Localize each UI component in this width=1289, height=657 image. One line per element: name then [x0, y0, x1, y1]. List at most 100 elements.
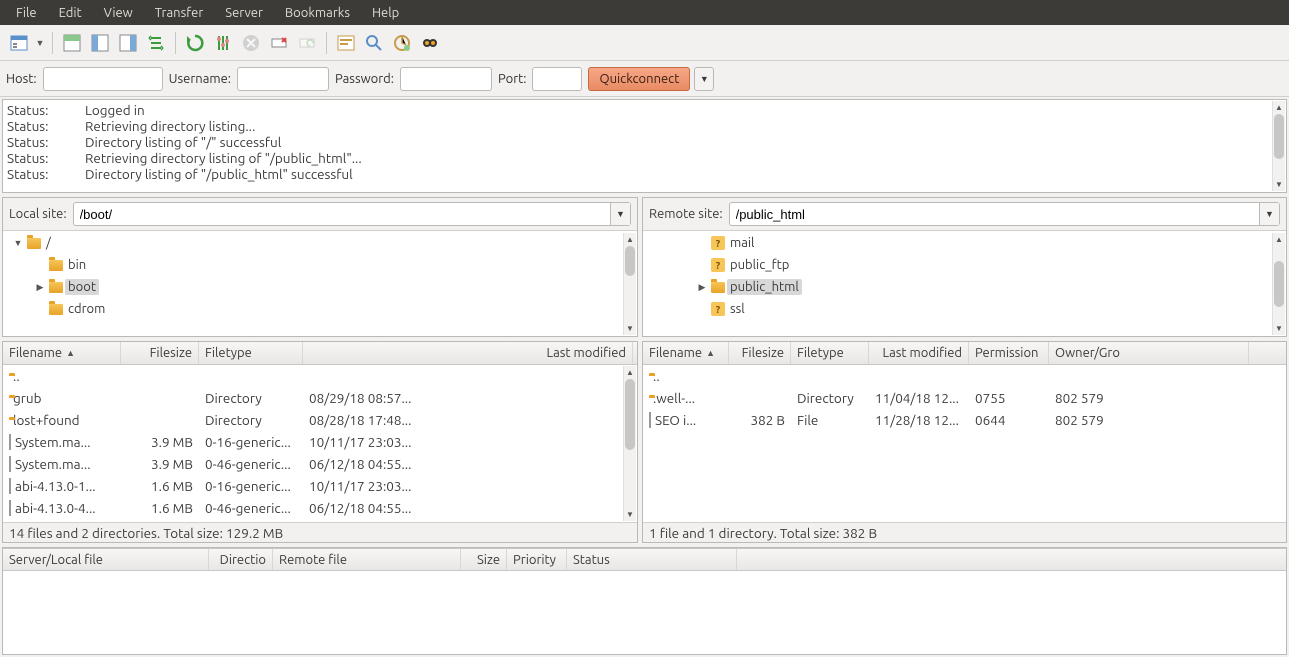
toggle-remote-tree-icon[interactable]	[115, 30, 141, 56]
column-header[interactable]: Filetype	[791, 342, 869, 364]
column-header[interactable]: Remote file	[273, 549, 461, 570]
scroll-up-icon[interactable]: ▲	[1273, 233, 1285, 246]
search-icon[interactable]	[417, 30, 443, 56]
quickconnect-dropdown[interactable]: ▼	[694, 67, 714, 91]
toggle-log-icon[interactable]	[59, 30, 85, 56]
sync-browse-icon[interactable]	[389, 30, 415, 56]
file-row[interactable]: lost+foundDirectory08/28/18 17:48...	[3, 409, 637, 431]
column-header[interactable]: Permission	[969, 342, 1049, 364]
column-header[interactable]: Filesize	[729, 342, 791, 364]
port-input[interactable]	[532, 67, 582, 91]
column-label: Priority	[513, 553, 556, 567]
refresh-icon[interactable]	[182, 30, 208, 56]
file-row[interactable]: grubDirectory08/29/18 08:57...	[3, 387, 637, 409]
reconnect-icon[interactable]	[294, 30, 320, 56]
site-manager-dropdown[interactable]: ▼	[34, 30, 46, 56]
column-header[interactable]: Last modified	[869, 342, 969, 364]
cancel-icon[interactable]	[238, 30, 264, 56]
menu-help[interactable]: Help	[362, 3, 409, 23]
tree-node[interactable]: bin	[3, 254, 637, 276]
disconnect-icon[interactable]	[266, 30, 292, 56]
column-label: Last modified	[546, 346, 626, 360]
column-header[interactable]: Owner/Gro	[1049, 342, 1249, 364]
local-list-scrollbar[interactable]: ▲ ▼	[623, 366, 636, 521]
column-header[interactable]: Last modified	[303, 342, 633, 364]
file-row[interactable]: abi-4.13.0-4...1.6 MB0-46-generic...06/1…	[3, 497, 637, 519]
column-header[interactable]: Priority	[507, 549, 567, 570]
column-label: Last modified	[882, 346, 962, 360]
toggle-local-tree-icon[interactable]	[87, 30, 113, 56]
menu-view[interactable]: View	[94, 3, 143, 23]
file-icon	[9, 500, 11, 516]
filter-icon[interactable]	[333, 30, 359, 56]
scroll-up-icon[interactable]: ▲	[1273, 101, 1285, 114]
tree-node[interactable]: ▶public_html	[643, 276, 1286, 298]
local-tree-scrollbar[interactable]: ▲ ▼	[623, 233, 636, 335]
tree-node[interactable]: ?ssl	[643, 298, 1286, 320]
quickconnect-button[interactable]: Quickconnect	[588, 67, 690, 91]
remote-site-dropdown[interactable]: ▼	[1259, 203, 1279, 225]
username-input[interactable]	[237, 67, 329, 91]
cell: 08/29/18 08:57...	[303, 390, 633, 406]
cell: 1.6 MB	[121, 478, 199, 494]
column-header[interactable]: Filetype	[199, 342, 303, 364]
queue-body	[3, 571, 1286, 654]
file-row[interactable]: .well-...Directory11/04/18 12...0755802 …	[643, 387, 1286, 409]
tree-node[interactable]: ?mail	[643, 232, 1286, 254]
menu-transfer[interactable]: Transfer	[145, 3, 214, 23]
local-site-dropdown[interactable]: ▼	[610, 203, 630, 225]
file-row[interactable]: System.ma...3.9 MB0-46-generic...06/12/1…	[3, 453, 637, 475]
log-scrollbar[interactable]: ▲ ▼	[1272, 101, 1285, 191]
scroll-down-icon[interactable]: ▼	[624, 322, 636, 335]
menubar: File Edit View Transfer Server Bookmarks…	[0, 0, 1289, 25]
tree-node[interactable]: ?public_ftp	[643, 254, 1286, 276]
menu-bookmarks[interactable]: Bookmarks	[275, 3, 360, 23]
tree-node[interactable]: ▶boot	[3, 276, 637, 298]
menu-edit[interactable]: Edit	[49, 3, 92, 23]
site-manager-icon[interactable]	[6, 30, 32, 56]
column-label: Permission	[975, 346, 1038, 360]
cell: File	[791, 412, 869, 428]
column-header[interactable]: Server/Local file	[3, 549, 209, 570]
toggle-queue-icon[interactable]	[143, 30, 169, 56]
file-row[interactable]: abi-4.13.0-1...1.6 MB0-16-generic...10/1…	[3, 475, 637, 497]
column-header[interactable]: Status	[567, 549, 737, 570]
scroll-up-icon[interactable]: ▲	[624, 366, 636, 379]
remote-site-input[interactable]	[730, 203, 1259, 225]
column-label: Filetype	[797, 346, 844, 360]
cell: 06/12/18 04:55...	[303, 456, 633, 472]
file-row[interactable]: SEO i...382 BFile11/28/18 12...0644802 5…	[643, 409, 1286, 431]
file-row[interactable]: System.ma...3.9 MB0-16-generic...10/11/1…	[3, 431, 637, 453]
column-header[interactable]: Filename▲	[643, 342, 729, 364]
expand-icon[interactable]: ▼	[11, 238, 25, 248]
scroll-up-icon[interactable]: ▲	[624, 233, 636, 246]
menu-file[interactable]: File	[6, 3, 47, 23]
tree-node[interactable]: ▼/	[3, 232, 637, 254]
column-header[interactable]: Filename▲	[3, 342, 121, 364]
column-header[interactable]: Size	[461, 549, 507, 570]
file-row[interactable]: ..	[3, 365, 637, 387]
tree-node[interactable]: cdrom	[3, 298, 637, 320]
expand-icon[interactable]: ▶	[695, 282, 709, 293]
filename: lost+found	[13, 412, 80, 428]
column-label: Remote file	[279, 553, 347, 567]
directory-compare-icon[interactable]	[361, 30, 387, 56]
column-header[interactable]: Directio	[209, 549, 273, 570]
scroll-down-icon[interactable]: ▼	[1273, 322, 1285, 335]
host-input[interactable]	[43, 67, 163, 91]
password-input[interactable]	[400, 67, 492, 91]
menu-server[interactable]: Server	[215, 3, 273, 23]
file-row[interactable]: ..	[643, 365, 1286, 387]
remote-tree-scrollbar[interactable]: ▲ ▼	[1272, 233, 1285, 335]
process-queue-icon[interactable]	[210, 30, 236, 56]
scroll-down-icon[interactable]: ▼	[1273, 178, 1285, 191]
local-site-input[interactable]	[74, 203, 610, 225]
expand-icon[interactable]: ▶	[33, 282, 47, 293]
column-label: Filename	[9, 346, 62, 360]
remote-status: 1 file and 1 directory. Total size: 382 …	[643, 522, 1286, 542]
column-header[interactable]: Filesize	[121, 342, 199, 364]
column-label: Server/Local file	[9, 553, 103, 567]
scroll-down-icon[interactable]: ▼	[624, 508, 636, 521]
column-label: Filetype	[205, 346, 252, 360]
separator	[326, 32, 327, 54]
